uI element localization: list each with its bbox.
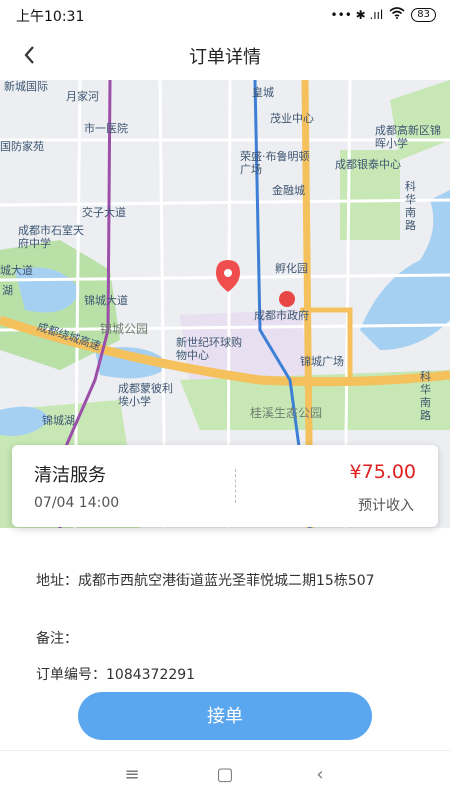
wifi-icon [389, 7, 405, 22]
map-label: 金融城 [272, 184, 305, 197]
map-label: 湖 [2, 284, 13, 297]
map-label: 成都市政府 [254, 309, 309, 322]
map-label: 桂溪生态公园 [250, 406, 323, 420]
map-label: 皇城 [252, 86, 274, 99]
map-label: 新城国际 [4, 80, 48, 93]
status-time: 上午10:31 [16, 9, 85, 25]
map-label: 锦城湖 [42, 414, 75, 427]
nav-bar: 订单详情 [0, 30, 450, 80]
map-label: 交子大道 [82, 206, 126, 219]
order-time: 07/04 14:00 [34, 495, 120, 511]
service-name: 清洁服务 [34, 465, 106, 486]
map-label: 成都蒙彼利埃小学 [118, 382, 173, 408]
map-label: 市一医院 [84, 122, 128, 135]
order-number-text: 订单编号：1084372291 [36, 667, 196, 683]
status-bar: 上午10:31 ••• ✱ .ııl 83 [0, 0, 450, 30]
address-text: 地址：成都市西航空港街道蓝光圣菲悦城二期15栋507 [36, 573, 375, 589]
home-icon[interactable]: ▢ [213, 763, 237, 787]
income-label: 预计收入 [358, 498, 414, 514]
order-details: 地址：成都市西航空港街道蓝光圣菲悦城二期15栋507 备注： 订单编号：1084… [36, 572, 416, 684]
map-label: 锦城公园 [100, 322, 149, 336]
map-label: 国防家苑 [0, 140, 44, 153]
map-label: 成都高新区锦晖小学 [375, 124, 441, 150]
map-label: 成都市石室天府中学 [18, 224, 84, 250]
map-label: 科华南路 [420, 370, 431, 422]
page-title: 订单详情 [189, 47, 261, 68]
map-label: 荣盛·布鲁明顿广场 [240, 150, 310, 176]
map-label: 锦城广场 [300, 355, 344, 368]
order-price: ¥75.00 [349, 461, 416, 483]
status-icons: ••• ✱ .ııl 83 [331, 7, 436, 22]
accept-order-button[interactable]: 接单 [78, 692, 372, 740]
map-label: 月家河 [66, 90, 99, 103]
battery-icon: 83 [411, 7, 436, 22]
order-card: 清洁服务 07/04 14:00 ¥75.00 预计收入 [12, 445, 438, 527]
back-icon[interactable]: ‹ [308, 763, 332, 787]
menu-icon[interactable]: ≡ [120, 763, 144, 787]
remark-text: 备注： [36, 631, 78, 647]
signal-icon: ••• ✱ .ııl [330, 7, 384, 22]
map-label: 孵化园 [275, 262, 308, 275]
map-label: 锦城大道 [84, 294, 128, 307]
map-label: 科华南路 [405, 180, 416, 232]
map-label: 茂业中心 [270, 112, 314, 125]
map-label: 新世纪环球购物中心 [176, 336, 242, 362]
map-label: 城大道 [0, 264, 33, 277]
map-label: 成都银泰中心 [335, 158, 401, 171]
system-nav-bar: ≡ ▢ ‹ [0, 750, 450, 800]
card-divider [235, 469, 236, 503]
